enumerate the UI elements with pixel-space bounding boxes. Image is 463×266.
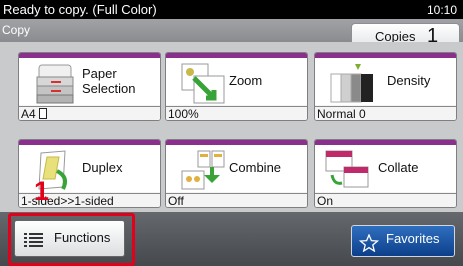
paper-stack-icon [36,64,74,104]
tile-label: Combine [229,160,282,175]
tile-value: Normal 0 [315,106,456,120]
tile-label: Zoom [229,73,263,88]
combine-icon [181,150,225,190]
collate-tile[interactable]: Collate On [314,139,457,208]
favorites-label: Favorites [386,231,440,246]
combine-tile[interactable]: Combine Off [165,139,308,208]
page-title: Copy [2,23,31,37]
favorites-button[interactable]: Favorites [351,225,455,257]
paper-selection-tile[interactable]: Paper Selection A4 [18,52,161,121]
tile-value: 100% [166,106,307,120]
step-highlight [8,213,135,266]
tile-label: Collate [378,160,419,175]
tile-label-line2: Selection [82,81,136,96]
status-message: Ready to copy. (Full Color) [3,2,157,17]
tile-value: A4 [19,106,160,121]
tile-label: Duplex [82,160,123,175]
tile-label: Density [387,73,431,88]
portrait-page-icon [39,108,48,119]
zoom-tile[interactable]: Zoom 100% [165,52,308,121]
clock: 10:10 [426,3,457,17]
step-number: 1 [34,176,50,206]
paper-size-value: A4 [21,107,36,121]
density-icon [330,64,373,103]
density-tile[interactable]: Density Normal 0 [314,52,457,121]
collate-icon [325,150,369,188]
zoom-icon [181,63,225,104]
status-bar: Ready to copy. (Full Color) 10:10 [0,0,463,19]
tile-label: Paper Selection [82,66,135,96]
tile-label-line1: Paper [82,66,117,81]
tile-value: Off [166,193,307,207]
star-icon [359,234,379,252]
tile-value: On [315,193,456,207]
